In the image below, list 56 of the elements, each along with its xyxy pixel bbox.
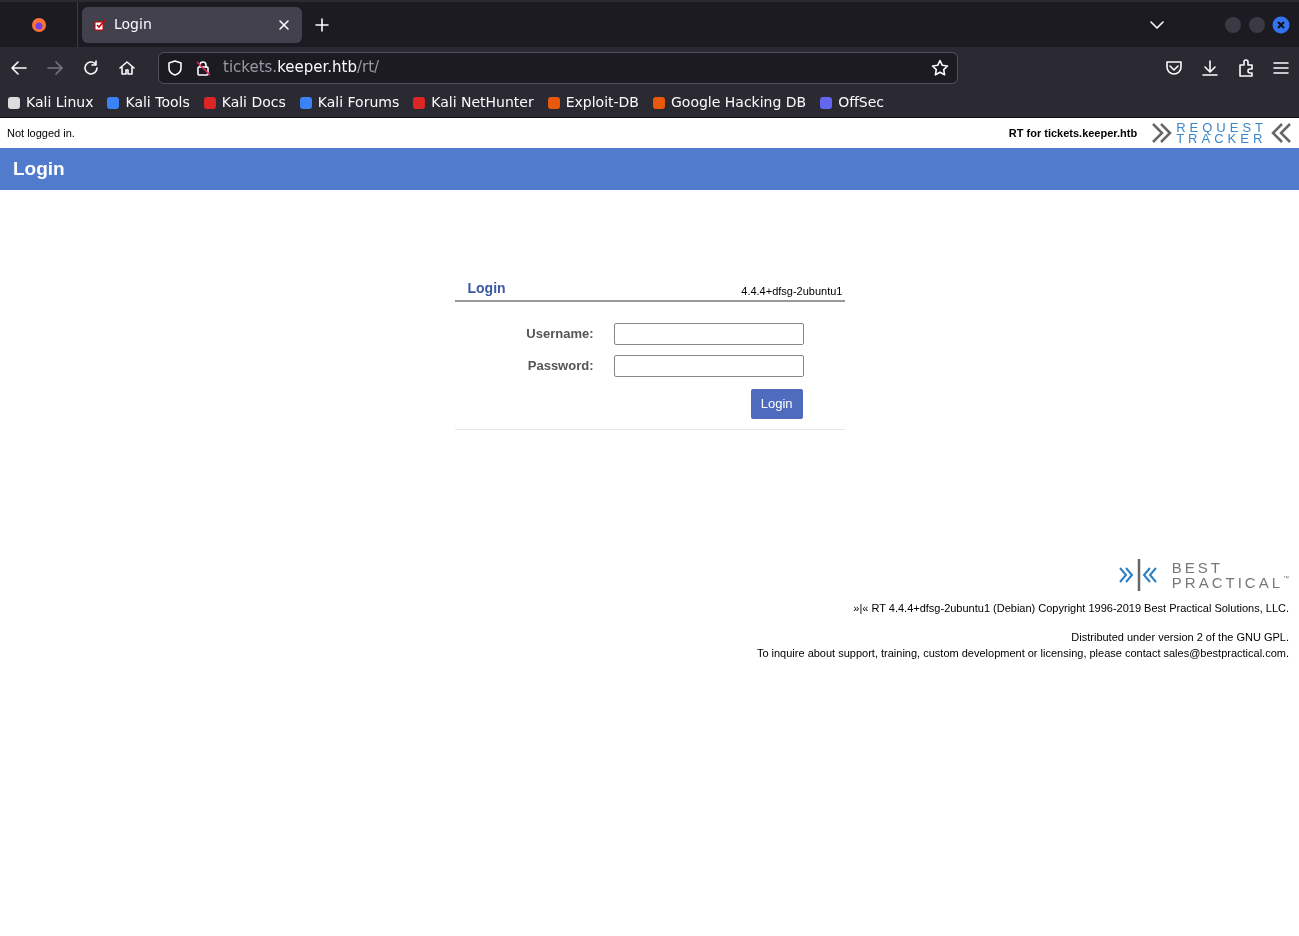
contact-text: To inquire about support, training, custom development or licensing, please contact sales@bestpractical.com. (756, 646, 1289, 661)
login-status: Not logged in. (7, 125, 75, 141)
browser-tab[interactable]: Login (82, 6, 302, 43)
puzzle-piece-icon[interactable] (1237, 58, 1255, 77)
tab-list-icon[interactable] (1150, 19, 1164, 30)
pocket-icon[interactable] (1165, 58, 1183, 77)
bookmark-favicon-icon (545, 94, 562, 111)
bookmark-favicon-icon (6, 94, 22, 111)
field-label: Password: (526, 357, 594, 376)
bookmark-item[interactable]: Google Hacking DB (651, 90, 807, 115)
input-field[interactable] (613, 355, 804, 377)
bookmark-favicon-icon (297, 94, 314, 111)
right-chevrons-icon (1151, 122, 1174, 144)
menu-icon[interactable] (1273, 60, 1289, 75)
browser-logo-icon[interactable] (30, 16, 47, 33)
shield-icon (167, 59, 183, 76)
bookmark-favicon-icon (201, 94, 218, 111)
lock-icon (195, 59, 211, 76)
input-field[interactable] (613, 323, 804, 345)
reload-icon[interactable] (82, 58, 100, 77)
bookmark-favicon-icon (651, 94, 667, 111)
page-title: Login (13, 156, 65, 181)
bookmark-favicon-icon (818, 94, 835, 111)
bookmark-item[interactable]: Kali Tools (105, 90, 190, 115)
checkbox-favicon-icon (94, 18, 106, 31)
logo-text: REQUEST (1176, 122, 1267, 133)
logo-text: PRACTICAL (1171, 575, 1283, 590)
tab-title: Login (114, 15, 153, 34)
star-icon[interactable] (931, 58, 949, 77)
home-icon[interactable] (118, 58, 136, 77)
close-window-icon[interactable] (1272, 15, 1290, 34)
license-text: Distributed under version 2 of the GNU GPL. (1071, 629, 1289, 645)
logo-text: BEST (1171, 560, 1224, 575)
version-label: 4.4.4+dfsg-2ubuntu1 (741, 283, 843, 299)
close-tab-icon[interactable] (278, 18, 290, 31)
new-tab-icon[interactable] (315, 17, 329, 32)
logo-text: TRACKER (1176, 133, 1267, 144)
url-text: tickets.keeper.htb/rt/ (223, 57, 381, 79)
back-arrow-icon[interactable] (10, 58, 28, 77)
forward-arrow-icon[interactable] (46, 58, 64, 77)
field-label: Username: (525, 325, 594, 344)
download-icon[interactable] (1201, 58, 1219, 77)
bookmark-favicon-icon (411, 94, 428, 111)
bookmark-item[interactable]: Kali Forums (297, 90, 400, 115)
login-button[interactable]: Login (750, 389, 803, 419)
site-name: RT for tickets.keeper.htb (1008, 125, 1138, 141)
bookmark-item[interactable]: Kali Docs (201, 90, 286, 115)
bookmark-item[interactable]: Exploit-DB (545, 90, 639, 115)
bookmark-item[interactable]: OffSec (818, 90, 885, 115)
copyright-text: »|« RT 4.4.4+dfsg-2ubuntu1 (Debian) Copyright 1996-2019 Best Practical Solutions, LLC. (853, 601, 1289, 616)
bookmark-item[interactable]: Kali Linux (6, 90, 94, 115)
left-chevrons-icon (1270, 122, 1292, 144)
bookmark-favicon-icon (105, 94, 122, 111)
login-box-title: Login (467, 279, 506, 298)
address-bar[interactable]: tickets.keeper.htb/rt/ (158, 51, 958, 84)
bookmark-item[interactable]: Kali NetHunter (411, 90, 534, 115)
